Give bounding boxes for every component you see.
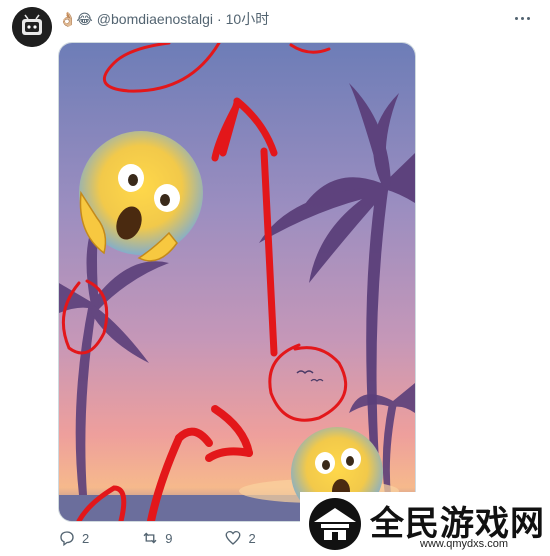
- repost-button[interactable]: 9: [141, 529, 172, 547]
- reply-icon: [60, 531, 74, 547]
- heart-icon: [226, 530, 241, 545]
- tv-robot-icon: [12, 7, 52, 47]
- like-button[interactable]: 2: [224, 529, 256, 547]
- like-count: 2: [248, 530, 256, 546]
- post-header: 👌🏼😂 @bomdiaenostalgi · 10小时: [59, 9, 269, 29]
- reply-count: 2: [82, 530, 90, 546]
- post-actions: 2 9 2: [58, 528, 308, 548]
- separator-dot: ·: [216, 11, 222, 27]
- post-time[interactable]: 10小时: [226, 9, 270, 29]
- reply-button[interactable]: 2: [58, 529, 89, 547]
- pagoda-logo-icon: [309, 498, 361, 550]
- repost-icon: [143, 532, 157, 544]
- site-watermark: 全民游戏网 www.qmydxs.com: [300, 492, 550, 556]
- more-options-icon[interactable]: [510, 10, 534, 26]
- sunset-palm-image: [59, 43, 415, 521]
- avatar[interactable]: [12, 7, 52, 47]
- repost-count: 9: [165, 530, 173, 546]
- author-handle[interactable]: @bomdiaenostalgi: [97, 11, 213, 27]
- author-emojis: 👌🏼😂: [59, 10, 93, 27]
- watermark-url: www.qmydxs.com: [420, 538, 509, 550]
- post-image[interactable]: [58, 42, 416, 522]
